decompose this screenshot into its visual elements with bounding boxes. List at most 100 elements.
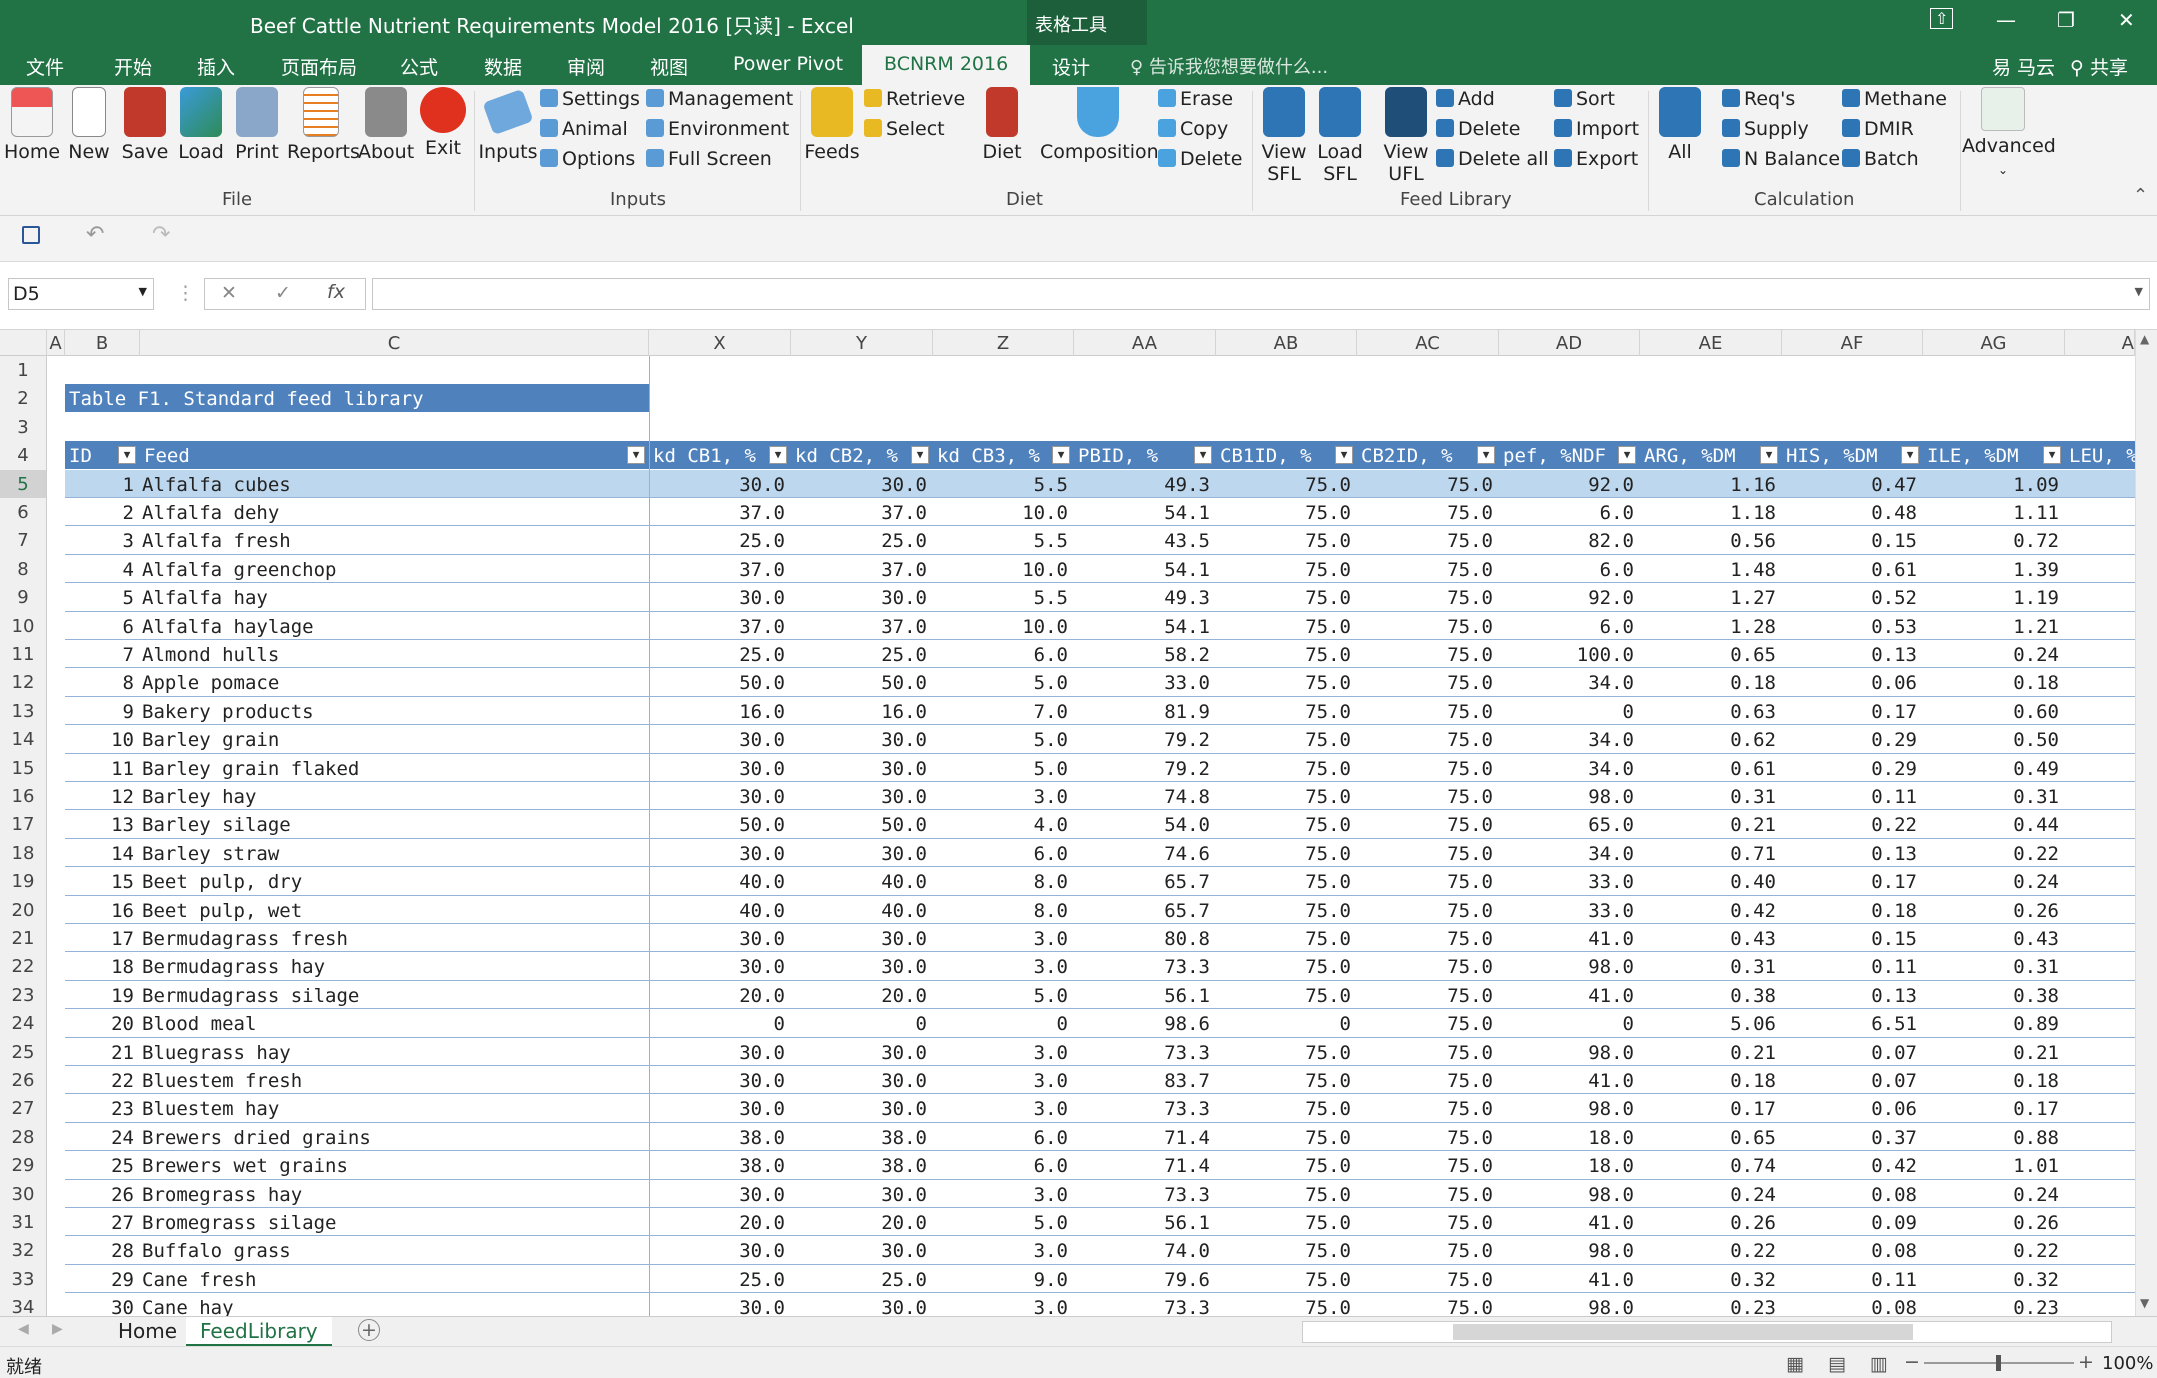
- feed-value-cell[interactable]: 75.0: [1216, 1038, 1357, 1066]
- feed-value-cell[interactable]: 37.0: [791, 555, 933, 583]
- feed-id-cell[interactable]: 12: [65, 782, 140, 810]
- feed-value-cell[interactable]: 50.0: [791, 668, 933, 696]
- tab-power-pivot[interactable]: Power Pivot: [733, 53, 843, 75]
- feed-value-cell[interactable]: 73.3: [1074, 1094, 1216, 1122]
- zoom-slider[interactable]: [1924, 1355, 2074, 1371]
- feed-name-cell[interactable]: Bluestem hay: [140, 1094, 649, 1122]
- feed-value-cell[interactable]: 30.0: [649, 754, 791, 782]
- feed-value-cell[interactable]: 3.0: [933, 782, 1074, 810]
- feed-value-cell[interactable]: 40.0: [791, 896, 933, 924]
- filter-dropdown-icon[interactable]: ▼: [1335, 446, 1353, 465]
- feed-name-cell[interactable]: Alfalfa haylage: [140, 612, 649, 640]
- feed-value-cell[interactable]: 79.6: [1074, 1265, 1216, 1293]
- reports-button[interactable]: Reports: [287, 87, 360, 163]
- feed-value-cell[interactable]: 20.0: [791, 981, 933, 1009]
- table-header-cell[interactable]: ARG, %DM ▼: [1640, 441, 1782, 470]
- feed-value-cell[interactable]: 0.22: [1640, 1236, 1782, 1264]
- row-header[interactable]: 28: [0, 1123, 46, 1151]
- feed-value-cell[interactable]: 6.0: [933, 839, 1074, 867]
- feed-value-cell[interactable]: 0.22: [1782, 810, 1923, 838]
- n-balance-button[interactable]: N Balance: [1722, 148, 1840, 170]
- row-header[interactable]: 32: [0, 1236, 46, 1264]
- feed-value-cell[interactable]: 74.0: [1074, 1236, 1216, 1264]
- feed-value-cell[interactable]: 75.0: [1216, 583, 1357, 611]
- feed-value-cell[interactable]: 75.0: [1357, 1123, 1499, 1151]
- feed-value-cell[interactable]: 0.31: [1640, 782, 1782, 810]
- feed-value-cell[interactable]: 75.0: [1216, 668, 1357, 696]
- row-header[interactable]: 2: [0, 384, 46, 412]
- feed-value-cell[interactable]: 16.0: [649, 697, 791, 725]
- feed-value-cell[interactable]: 74.6: [1074, 839, 1216, 867]
- feed-value-cell[interactable]: 25.0: [649, 526, 791, 554]
- feed-value-cell[interactable]: 34.0: [1499, 668, 1640, 696]
- feed-value-cell[interactable]: 0.11: [1782, 952, 1923, 980]
- tab-page-layout[interactable]: 页面布局: [281, 53, 357, 80]
- feed-value-cell[interactable]: 10.0: [933, 498, 1074, 526]
- feed-value-cell[interactable]: 0.31: [1923, 952, 2065, 980]
- inputs-button[interactable]: Inputs: [478, 87, 538, 163]
- delete-feed-button[interactable]: Delete: [1436, 118, 1520, 140]
- feed-value-cell[interactable]: 5.0: [933, 725, 1074, 753]
- filter-dropdown-icon[interactable]: ▼: [1477, 446, 1495, 465]
- copy-button[interactable]: Copy: [1158, 118, 1228, 140]
- feed-value-cell[interactable]: 0.49: [1923, 754, 2065, 782]
- filter-dropdown-icon[interactable]: ▼: [769, 446, 787, 465]
- filter-dropdown-icon[interactable]: ▼: [911, 446, 929, 465]
- row-header[interactable]: 1: [0, 356, 46, 384]
- row-header[interactable]: 16: [0, 782, 46, 810]
- feed-value-cell[interactable]: 1.09: [1923, 469, 2065, 498]
- column-header[interactable]: C: [140, 330, 649, 356]
- row-header[interactable]: 3: [0, 413, 46, 441]
- feed-value-cell[interactable]: 30.0: [649, 1094, 791, 1122]
- feed-value-cell[interactable]: 79.2: [1074, 725, 1216, 753]
- composition-button[interactable]: Composition: [1040, 87, 1159, 163]
- row-header[interactable]: 33: [0, 1265, 46, 1293]
- feed-value-cell[interactable]: 37.0: [791, 498, 933, 526]
- feed-name-cell[interactable]: Blood meal: [140, 1009, 649, 1037]
- feed-value-cell[interactable]: 0.24: [1923, 867, 2065, 895]
- feed-value-cell[interactable]: 75.0: [1216, 782, 1357, 810]
- feed-value-cell[interactable]: 41.0: [1499, 924, 1640, 952]
- methane-button[interactable]: Methane: [1842, 88, 1947, 110]
- feed-name-cell[interactable]: Bromegrass hay: [140, 1180, 649, 1208]
- filter-dropdown-icon[interactable]: ▼: [2043, 446, 2061, 465]
- feed-value-cell[interactable]: 75.0: [1216, 640, 1357, 668]
- feed-value-cell[interactable]: 30.0: [649, 1038, 791, 1066]
- feed-value-cell[interactable]: 0.32: [1923, 1265, 2065, 1293]
- feed-value-cell[interactable]: 75.0: [1357, 697, 1499, 725]
- feed-value-cell[interactable]: 0.31: [1923, 782, 2065, 810]
- feed-value-cell[interactable]: 40.0: [649, 896, 791, 924]
- feed-value-cell[interactable]: 0.08: [1782, 1293, 1923, 1316]
- feed-value-cell[interactable]: 0.63: [1640, 697, 1782, 725]
- feed-value-cell[interactable]: 6.0: [933, 1123, 1074, 1151]
- feed-value-cell[interactable]: 50.0: [649, 810, 791, 838]
- feed-value-cell[interactable]: 30.0: [791, 839, 933, 867]
- feed-value-cell[interactable]: 5.0: [933, 754, 1074, 782]
- feed-name-cell[interactable]: Barley grain: [140, 725, 649, 753]
- feed-name-cell[interactable]: Barley silage: [140, 810, 649, 838]
- feed-value-cell[interactable]: 7.0: [933, 697, 1074, 725]
- feed-value-cell[interactable]: 54.1: [1074, 612, 1216, 640]
- filter-dropdown-icon[interactable]: ▼: [1618, 446, 1636, 465]
- feed-value-cell[interactable]: 0.18: [1923, 668, 2065, 696]
- feed-value-cell[interactable]: 30.0: [791, 1066, 933, 1094]
- print-button[interactable]: Print: [232, 87, 282, 163]
- feed-value-cell[interactable]: 30.0: [791, 1038, 933, 1066]
- tell-me-box[interactable]: ♀ 告诉我您想要做什么...: [1130, 53, 1328, 79]
- feed-value-cell[interactable]: 0.37: [1782, 1123, 1923, 1151]
- feed-value-cell[interactable]: 0: [649, 1009, 791, 1037]
- feed-value-cell[interactable]: 75.0: [1357, 1066, 1499, 1094]
- feed-value-cell[interactable]: 6.0: [1499, 612, 1640, 640]
- feed-value-cell[interactable]: 56.1: [1074, 1208, 1216, 1236]
- feed-value-cell[interactable]: 74.8: [1074, 782, 1216, 810]
- feed-value-cell[interactable]: 5.5: [933, 469, 1074, 498]
- feed-value-cell[interactable]: 65.7: [1074, 867, 1216, 895]
- feed-value-cell[interactable]: 25.0: [649, 640, 791, 668]
- feed-value-cell[interactable]: 0.60: [1923, 697, 2065, 725]
- feed-value-cell[interactable]: 30.0: [791, 952, 933, 980]
- feed-value-cell[interactable]: 75.0: [1216, 526, 1357, 554]
- feed-value-cell[interactable]: 30.0: [791, 1094, 933, 1122]
- feed-value-cell[interactable]: 54.1: [1074, 498, 1216, 526]
- feed-value-cell[interactable]: 75.0: [1357, 1094, 1499, 1122]
- selected-row-fill[interactable]: [2065, 469, 2135, 498]
